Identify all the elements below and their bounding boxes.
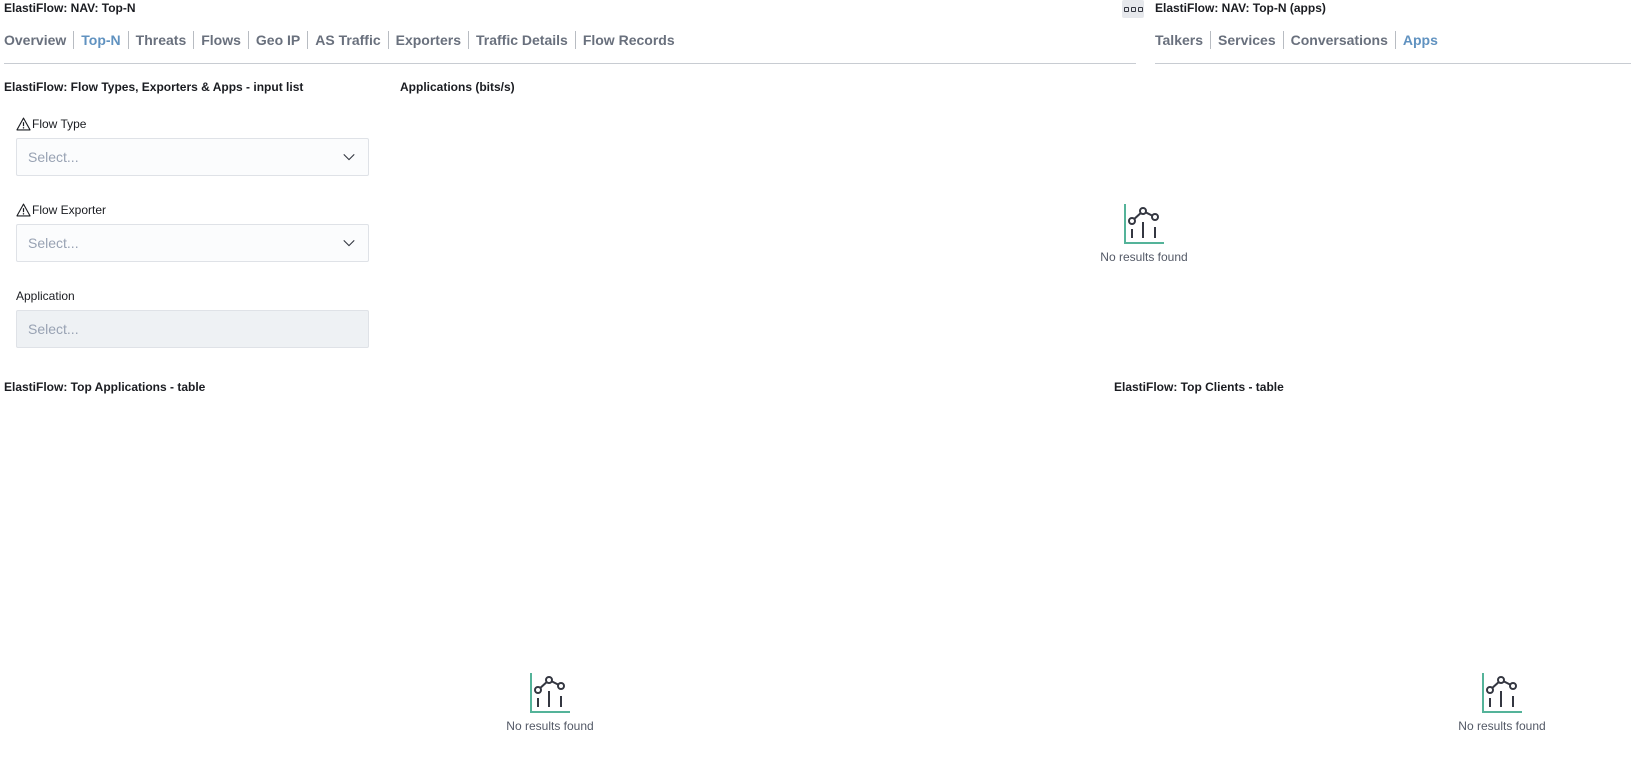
nav-link-apps[interactable]: Apps — [1403, 32, 1438, 48]
nav-separator — [247, 31, 249, 49]
application-placeholder: Select... — [28, 321, 79, 337]
flow-type-label: Flow Type — [16, 117, 86, 131]
apps-chart-empty-state: No results found — [1074, 202, 1214, 264]
nav-apps-divider — [1155, 63, 1631, 64]
nav-link-exporters[interactable]: Exporters — [396, 32, 461, 48]
nav-link-conversations[interactable]: Conversations — [1291, 32, 1388, 48]
nav-separator — [467, 31, 469, 49]
nav-link-traffic-details[interactable]: Traffic Details — [476, 32, 568, 48]
nav-separator — [193, 31, 195, 49]
nav-link-talkers[interactable]: Talkers — [1155, 32, 1203, 48]
application-label-text: Application — [16, 289, 75, 303]
nav-link-geo-ip[interactable]: Geo IP — [256, 32, 300, 48]
chart-empty-icon — [1124, 204, 1164, 244]
top-clients-empty-text: No results found — [1458, 719, 1546, 733]
flow-type-label-text: Flow Type — [32, 117, 87, 131]
nav-separator — [73, 31, 75, 49]
nav-main-links: Overview Top-N Threats Flows Geo IP AS T… — [4, 31, 675, 49]
nav-separator — [307, 31, 309, 49]
nav-main-divider — [4, 63, 1136, 64]
nav-main-title: ElastiFlow: NAV: Top-N — [4, 1, 136, 15]
nav-link-as-traffic[interactable]: AS Traffic — [315, 32, 380, 48]
nav-link-services[interactable]: Services — [1218, 32, 1276, 48]
nav-separator — [127, 31, 129, 49]
top-apps-empty-text: No results found — [506, 719, 594, 733]
flow-exporter-placeholder: Select... — [28, 235, 79, 251]
chart-empty-icon — [530, 673, 570, 713]
chevron-down-icon — [343, 239, 355, 247]
top-apps-empty-state: No results found — [480, 671, 620, 733]
nav-separator — [1394, 31, 1396, 49]
options-menu-icon[interactable] — [1122, 0, 1144, 18]
nav-link-threats[interactable]: Threats — [136, 32, 187, 48]
top-clients-empty-state: No results found — [1432, 671, 1572, 733]
input-panel-title: ElastiFlow: Flow Types, Exporters & Apps… — [4, 80, 304, 94]
nav-separator — [574, 31, 576, 49]
warning-icon — [16, 203, 31, 217]
warning-icon — [16, 117, 31, 131]
flow-type-select[interactable]: Select... — [16, 138, 369, 176]
top-apps-title: ElastiFlow: Top Applications - table — [4, 380, 206, 394]
nav-apps-title: ElastiFlow: NAV: Top-N (apps) — [1155, 1, 1326, 15]
nav-separator — [1282, 31, 1284, 49]
nav-separator — [387, 31, 389, 49]
nav-link-overview[interactable]: Overview — [4, 32, 66, 48]
nav-link-flow-records[interactable]: Flow Records — [583, 32, 675, 48]
flow-exporter-select[interactable]: Select... — [16, 224, 369, 262]
nav-link-flows[interactable]: Flows — [201, 32, 241, 48]
flow-exporter-label-text: Flow Exporter — [32, 203, 107, 217]
apps-chart-empty-text: No results found — [1100, 250, 1188, 264]
application-select[interactable]: Select... — [16, 310, 369, 348]
apps-chart-title: Applications (bits/s) — [400, 80, 515, 94]
nav-apps-links: Talkers Services Conversations Apps — [1155, 31, 1438, 49]
chart-empty-icon — [1482, 673, 1522, 713]
nav-link-top-n[interactable]: Top-N — [81, 32, 120, 48]
flow-type-placeholder: Select... — [28, 149, 79, 165]
nav-separator — [1210, 31, 1211, 49]
flow-exporter-label: Flow Exporter — [16, 203, 106, 217]
application-label: Application — [16, 289, 75, 303]
chevron-down-icon — [343, 153, 355, 161]
top-clients-title: ElastiFlow: Top Clients - table — [1114, 380, 1284, 394]
